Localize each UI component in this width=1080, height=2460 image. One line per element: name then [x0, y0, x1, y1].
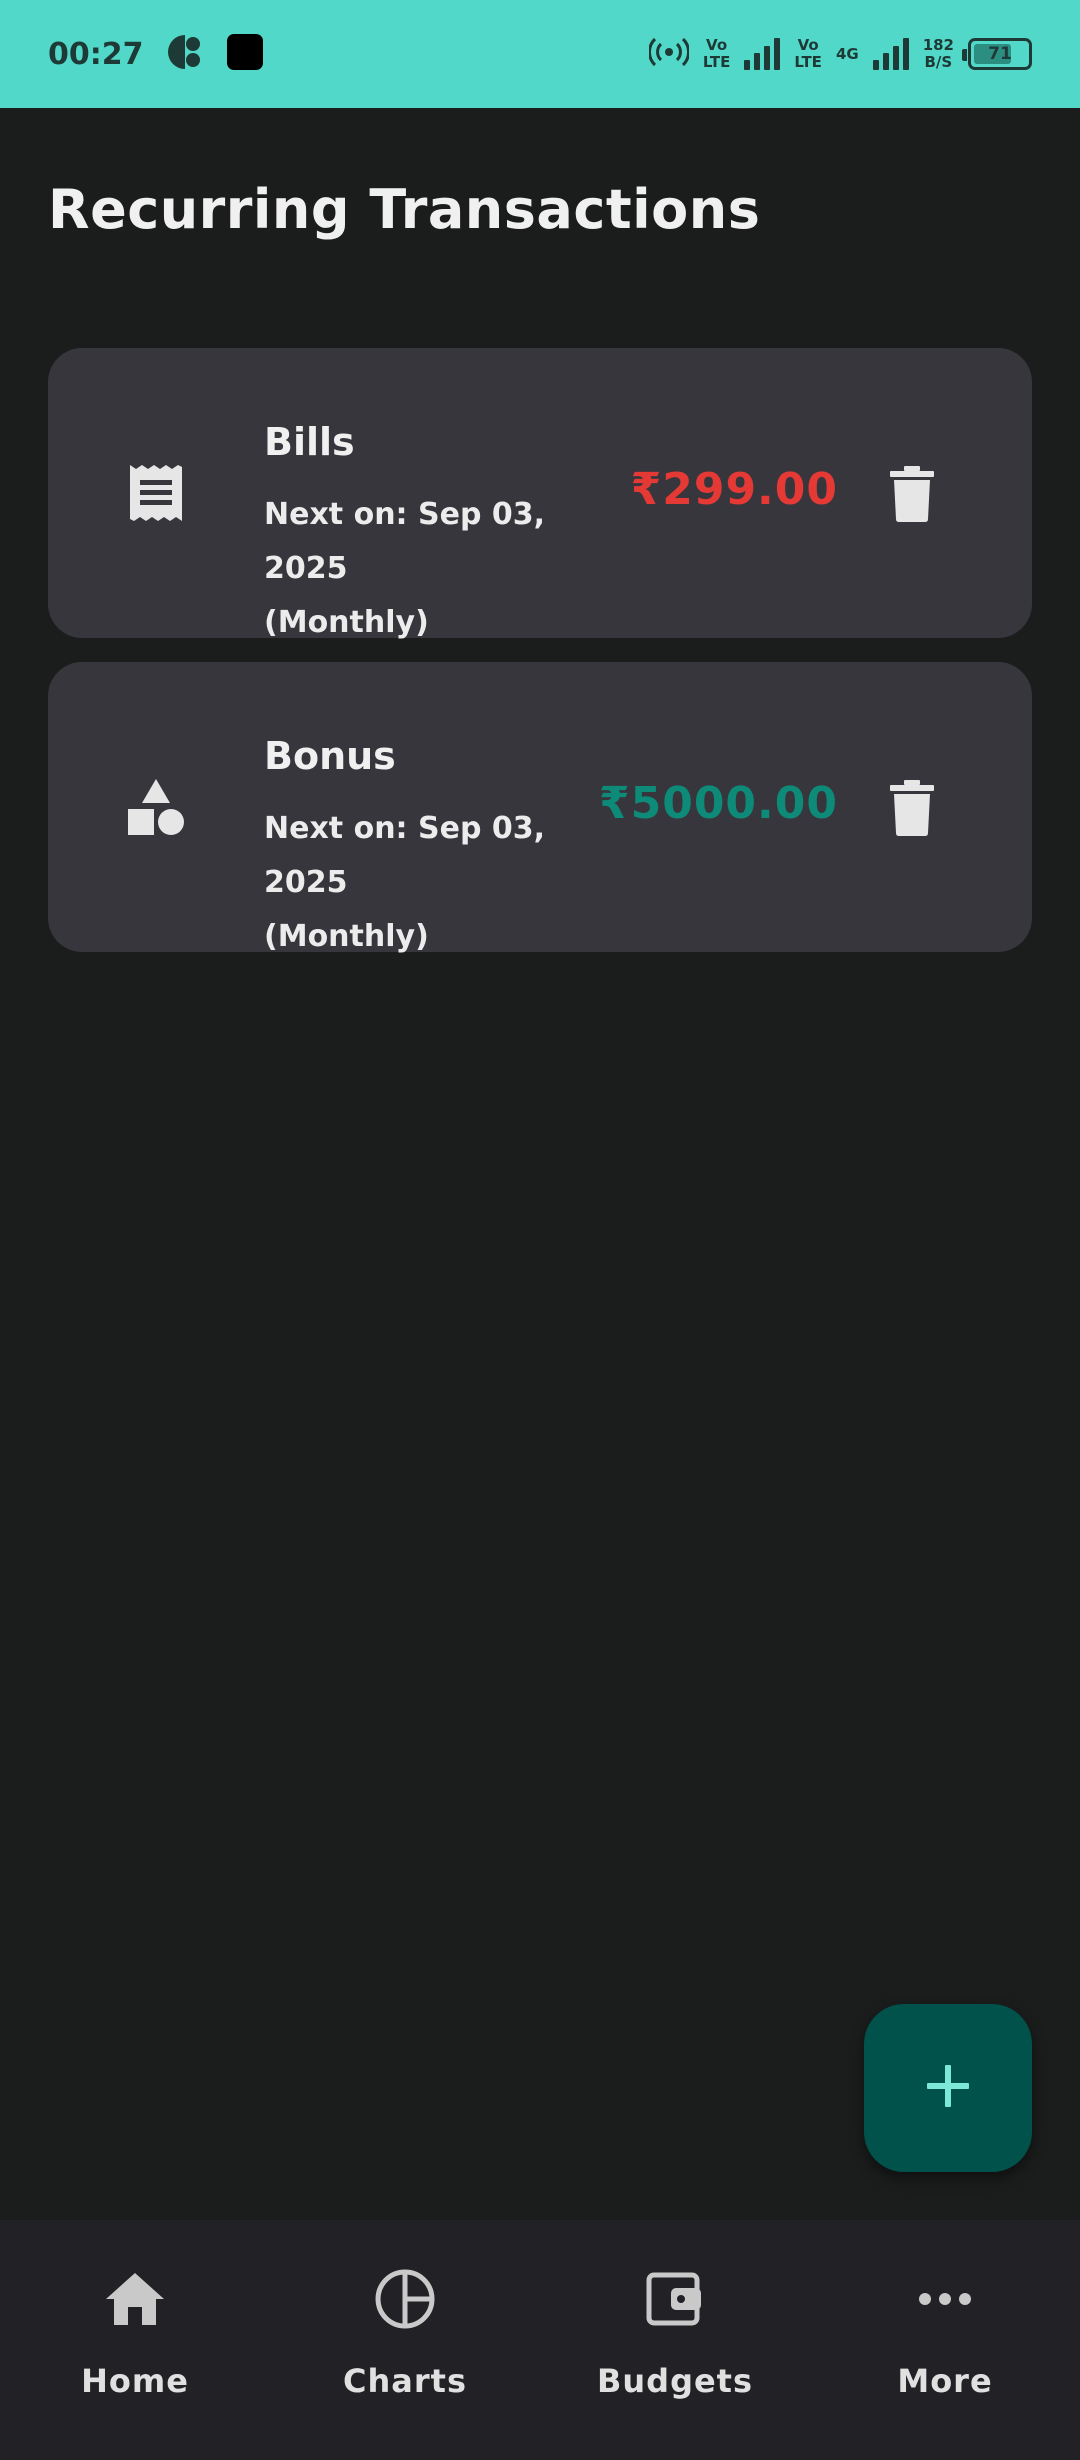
volte-indicator-2: Vo LTE: [794, 36, 822, 71]
transaction-amount: ₹5000.00: [598, 778, 838, 829]
transaction-frequency: (Monthly): [264, 605, 429, 640]
nav-label: Home: [81, 2362, 189, 2400]
delete-icon[interactable]: [888, 466, 936, 522]
nav-item-home[interactable]: Home: [0, 2220, 270, 2460]
transaction-schedule: Next on: Sep 03, 2025 (Monthly): [264, 802, 634, 964]
transaction-name: Bonus: [264, 734, 396, 778]
wallet-icon: [642, 2266, 708, 2332]
status-bar: 00:27 Vo LTE Vo LTE 4G 182 B/S 71: [0, 0, 1080, 108]
transaction-next-date: Next on: Sep 03, 2025: [264, 811, 546, 900]
data-rate-value: 182: [922, 36, 954, 54]
delete-icon[interactable]: [888, 780, 936, 836]
plus-icon: [924, 2062, 972, 2114]
transaction-schedule: Next on: Sep 03, 2025 (Monthly): [264, 488, 634, 650]
battery-icon: 71: [962, 38, 1032, 70]
transaction-amount: ₹299.00: [630, 464, 838, 515]
signal-bars-2-icon: [872, 38, 909, 70]
hotspot-icon: [647, 36, 690, 72]
category-shapes-icon: [126, 777, 186, 837]
network-type: 4G: [835, 44, 859, 63]
data-rate-unit: B/S: [924, 53, 953, 71]
nav-label: Budgets: [596, 2362, 754, 2400]
add-recurring-transaction-button[interactable]: [864, 2004, 1032, 2172]
nav-label: More: [897, 2362, 993, 2400]
signal-bars-1-icon: [744, 38, 781, 70]
transaction-frequency: (Monthly): [264, 919, 429, 954]
page-title: Recurring Transactions: [48, 178, 761, 241]
nav-item-more[interactable]: More: [810, 2220, 1080, 2460]
transaction-name: Bills: [264, 420, 355, 464]
home-icon: [102, 2266, 168, 2332]
nav-item-budgets[interactable]: Budgets: [540, 2220, 810, 2460]
nav-item-charts[interactable]: Charts: [270, 2220, 540, 2460]
status-time: 00:27: [48, 36, 144, 72]
pie-chart-icon: [372, 2266, 438, 2332]
recurring-transaction-card-bills[interactable]: Bills Next on: Sep 03, 2025 (Monthly) ₹2…: [48, 348, 1032, 640]
transaction-next-date: Next on: Sep 03, 2025: [264, 497, 546, 586]
nav-label: Charts: [343, 2362, 467, 2400]
battery-level: 71: [988, 44, 1012, 64]
notification-square-icon: [226, 33, 264, 75]
bottom-navigation: Home Charts Budgets More: [0, 2220, 1080, 2460]
receipt-icon: [126, 463, 186, 523]
recurring-transaction-card-bonus[interactable]: Bonus Next on: Sep 03, 2025 (Monthly) ₹5…: [48, 662, 1032, 954]
volte-indicator-1: Vo LTE: [702, 36, 731, 71]
more-horizontal-icon: [912, 2266, 978, 2332]
data-rate: 182 B/S: [923, 37, 954, 71]
notification-app-icon: [166, 33, 204, 75]
